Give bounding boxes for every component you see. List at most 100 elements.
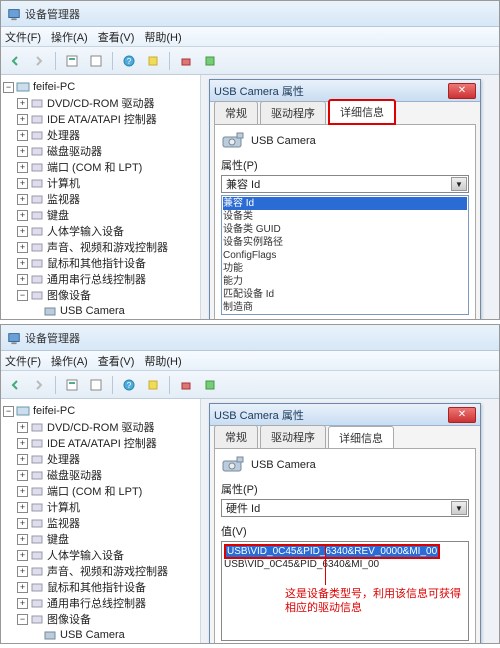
window-title: 设备管理器 <box>25 330 80 346</box>
camera-icon <box>221 131 245 151</box>
tree-item[interactable]: USB Camera <box>3 303 198 319</box>
tree-item[interactable]: +IDE ATA/ATAPI 控制器 <box>3 111 198 127</box>
tree-item[interactable]: +监视器 <box>3 515 198 531</box>
help-button[interactable]: ? <box>119 375 139 395</box>
tree-item[interactable]: +DVD/CD-ROM 驱动器 <box>3 419 198 435</box>
dropdown-option[interactable]: 能力 <box>223 275 467 288</box>
refresh-button[interactable] <box>86 51 106 71</box>
right-pane: USB Camera 属性 ✕ 常规 驱动程序 详细信息 USB Camera … <box>201 399 499 644</box>
tree-item[interactable]: +网络适配器 <box>3 319 198 320</box>
tree-item[interactable]: +通用串行总线控制器 <box>3 271 198 287</box>
dropdown-option[interactable]: 兼容 Id <box>223 197 467 210</box>
dropdown-option[interactable]: 设备实例路径 <box>223 236 467 249</box>
dropdown-option[interactable]: 匹配设备 Id <box>223 288 467 301</box>
uninstall-button[interactable] <box>176 375 196 395</box>
back-button[interactable] <box>5 375 25 395</box>
dropdown-option[interactable]: 设备类 GUID <box>223 223 467 236</box>
forward-button[interactable] <box>29 51 49 71</box>
menu-file[interactable]: 文件(F) <box>5 353 41 369</box>
tree-item[interactable]: USB Camera <box>3 627 198 643</box>
tree-item[interactable]: +处理器 <box>3 127 198 143</box>
tree-item[interactable]: +计算机 <box>3 499 198 515</box>
tree-item[interactable]: +监视器 <box>3 191 198 207</box>
tab-details[interactable]: 详细信息 <box>328 426 394 449</box>
combo-value: 兼容 Id <box>226 176 260 192</box>
property-dropdown[interactable]: 兼容 Id设备类设备类 GUID设备实例路径ConfigFlags功能能力匹配设… <box>221 195 469 315</box>
tree-item[interactable]: −图像设备 <box>3 287 198 303</box>
tab-strip: 常规 驱动程序 详细信息 <box>210 102 480 124</box>
menubar: 文件(F) 操作(A) 查看(V) 帮助(H) <box>1 351 499 371</box>
tree-item[interactable]: −图像设备 <box>3 611 198 627</box>
menu-help[interactable]: 帮助(H) <box>144 29 181 45</box>
update-button[interactable] <box>200 51 220 71</box>
tree-item[interactable]: +计算机 <box>3 175 198 191</box>
tree-item[interactable]: +端口 (COM 和 LPT) <box>3 483 198 499</box>
tree-item[interactable]: +键盘 <box>3 207 198 223</box>
screenshot-2: 设备管理器 文件(F) 操作(A) 查看(V) 帮助(H) ? −feifei-… <box>0 324 500 644</box>
scan-button[interactable] <box>143 51 163 71</box>
dropdown-option[interactable]: ConfigFlags <box>223 249 467 262</box>
tree-item[interactable]: +人体学输入设备 <box>3 547 198 563</box>
update-button[interactable] <box>200 375 220 395</box>
property-label: 属性(P) <box>221 157 469 173</box>
screenshot-1: 设备管理器 文件(F) 操作(A) 查看(V) 帮助(H) ? −feifei-… <box>0 0 500 320</box>
menu-view[interactable]: 查看(V) <box>98 29 135 45</box>
forward-button[interactable] <box>29 375 49 395</box>
chevron-down-icon[interactable]: ▼ <box>451 501 467 515</box>
help-button[interactable]: ? <box>119 51 139 71</box>
tree-item[interactable]: +声音、视频和游戏控制器 <box>3 239 198 255</box>
property-label: 属性(P) <box>221 481 469 497</box>
combo-value: 硬件 Id <box>226 500 260 516</box>
props-button[interactable] <box>62 51 82 71</box>
window-titlebar: 设备管理器 <box>1 325 499 351</box>
close-button[interactable]: ✕ <box>448 407 476 423</box>
svg-text:?: ? <box>127 381 132 390</box>
uninstall-button[interactable] <box>176 51 196 71</box>
tree-item[interactable]: +通用串行总线控制器 <box>3 595 198 611</box>
property-combo[interactable]: 兼容 Id ▼ <box>221 175 469 193</box>
dropdown-option[interactable]: 制造商 <box>223 301 467 314</box>
dropdown-option[interactable]: 友好名称 <box>223 314 467 315</box>
close-button[interactable]: ✕ <box>448 83 476 99</box>
menu-action[interactable]: 操作(A) <box>51 353 88 369</box>
properties-dialog: USB Camera 属性 ✕ 常规 驱动程序 详细信息 USB Camera … <box>209 79 481 320</box>
tree-item[interactable]: +DVD/CD-ROM 驱动器 <box>3 95 198 111</box>
props-button[interactable] <box>62 375 82 395</box>
tree-item[interactable]: +鼠标和其他指针设备 <box>3 579 198 595</box>
menu-help[interactable]: 帮助(H) <box>144 353 181 369</box>
tree-item[interactable]: +人体学输入设备 <box>3 223 198 239</box>
value-row[interactable]: USB\VID_0C45&PID_6340&MI_00 <box>224 559 466 570</box>
menu-file[interactable]: 文件(F) <box>5 29 41 45</box>
tree-item[interactable]: +键盘 <box>3 531 198 547</box>
app-icon <box>7 331 21 345</box>
tab-driver[interactable]: 驱动程序 <box>260 425 326 448</box>
tab-general[interactable]: 常规 <box>214 101 258 124</box>
window-titlebar: 设备管理器 <box>1 1 499 27</box>
menu-view[interactable]: 查看(V) <box>98 353 135 369</box>
tab-general[interactable]: 常规 <box>214 425 258 448</box>
tab-driver[interactable]: 驱动程序 <box>260 101 326 124</box>
menubar: 文件(F) 操作(A) 查看(V) 帮助(H) <box>1 27 499 47</box>
tree-item[interactable]: +处理器 <box>3 451 198 467</box>
tree-item[interactable]: +声音、视频和游戏控制器 <box>3 563 198 579</box>
tree-item[interactable]: +IDE ATA/ATAPI 控制器 <box>3 435 198 451</box>
tree-item[interactable]: +磁盘驱动器 <box>3 143 198 159</box>
device-name: USB Camera <box>251 135 316 147</box>
value-row[interactable]: USB\VID_0C45&PID_6340&REV_0000&MI_00 <box>224 544 440 559</box>
tree-item[interactable]: +鼠标和其他指针设备 <box>3 255 198 271</box>
refresh-button[interactable] <box>86 375 106 395</box>
device-tree[interactable]: −feifei-PC+DVD/CD-ROM 驱动器+IDE ATA/ATAPI … <box>1 75 201 320</box>
dropdown-option[interactable]: 功能 <box>223 262 467 275</box>
scan-button[interactable] <box>143 375 163 395</box>
chevron-down-icon[interactable]: ▼ <box>451 177 467 191</box>
tree-item[interactable]: +端口 (COM 和 LPT) <box>3 159 198 175</box>
camera-icon <box>221 455 245 475</box>
property-combo[interactable]: 硬件 Id ▼ <box>221 499 469 517</box>
back-button[interactable] <box>5 51 25 71</box>
tree-item[interactable]: +磁盘驱动器 <box>3 467 198 483</box>
dropdown-option[interactable]: 设备类 <box>223 210 467 223</box>
tree-item[interactable]: +网络适配器 <box>3 643 198 644</box>
tab-details[interactable]: 详细信息 <box>328 99 396 125</box>
device-tree[interactable]: −feifei-PC+DVD/CD-ROM 驱动器+IDE ATA/ATAPI … <box>1 399 201 644</box>
menu-action[interactable]: 操作(A) <box>51 29 88 45</box>
